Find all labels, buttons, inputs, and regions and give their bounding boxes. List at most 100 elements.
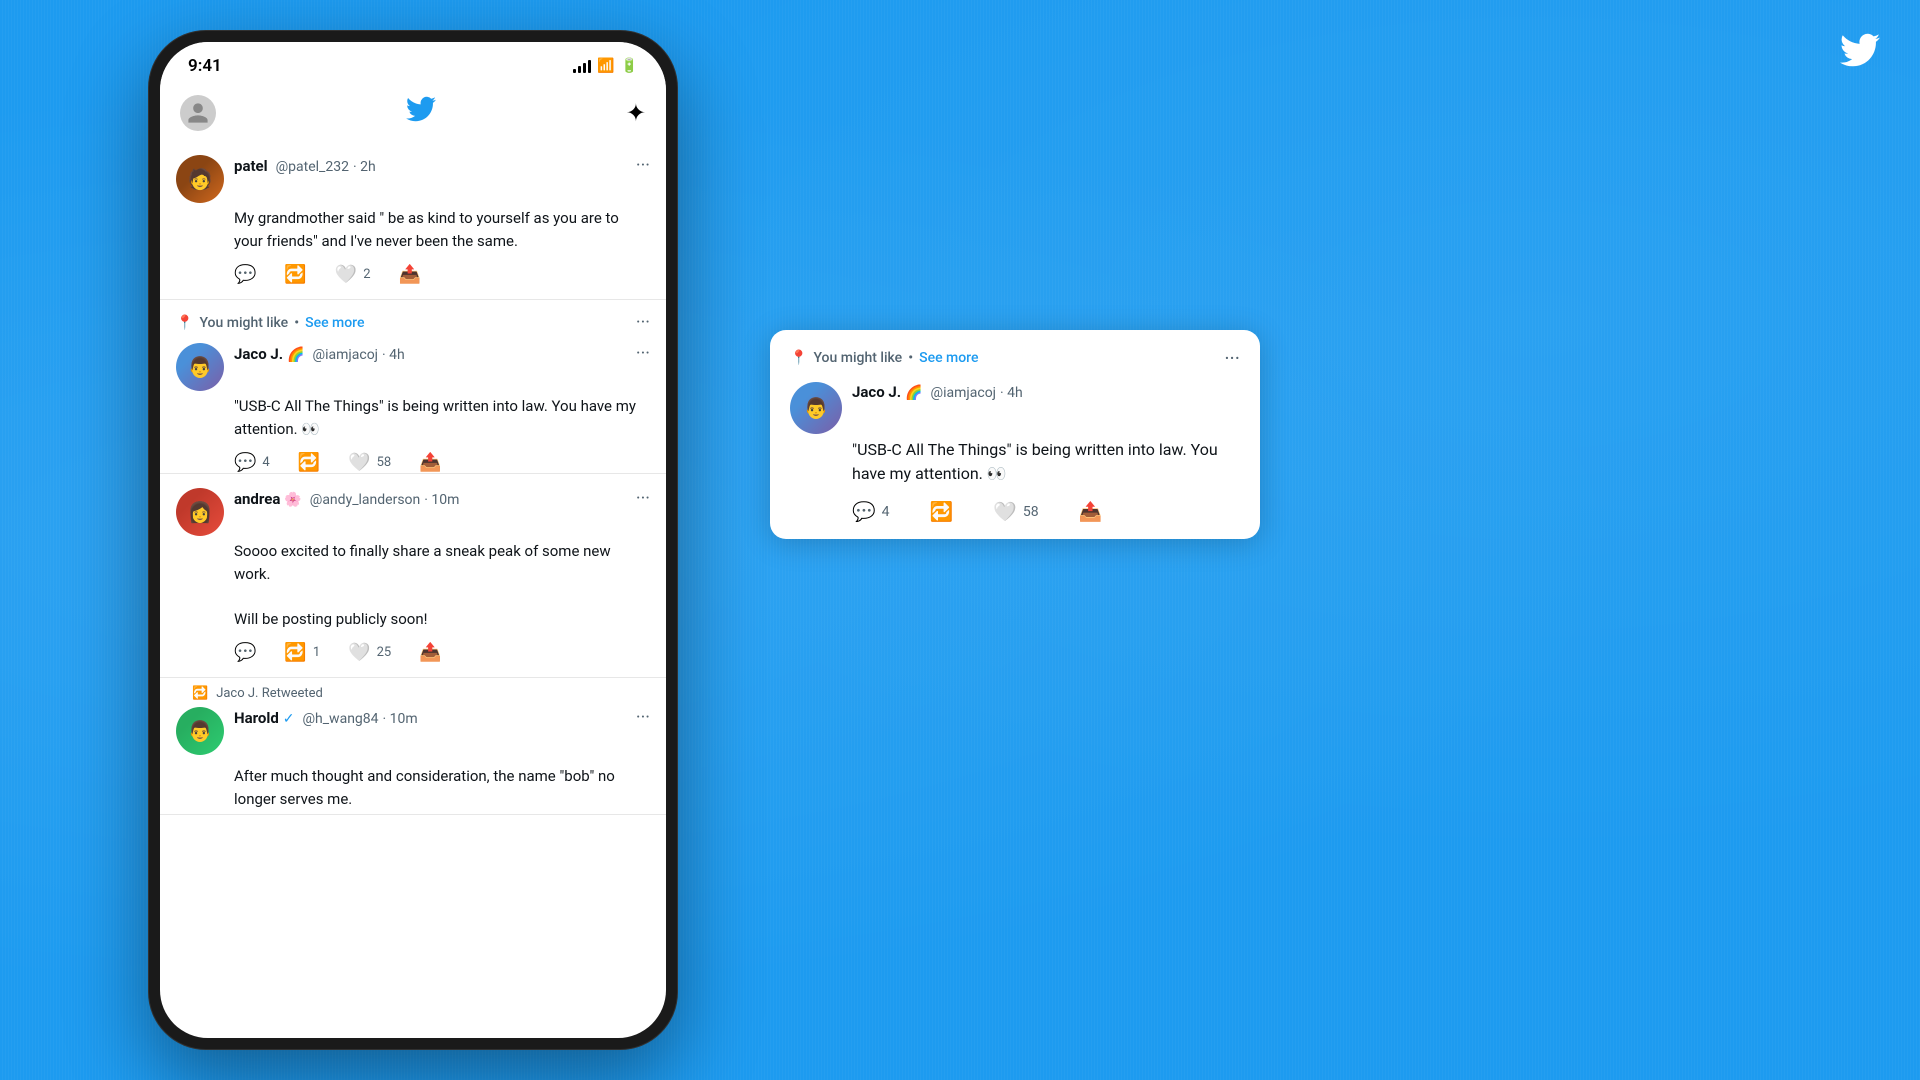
share-button-andrea[interactable]: 📤 [419,642,441,663]
tweet-actions-andrea: 💬 🔁 1 🤍 25 📤 [234,642,650,663]
popup-pin-icon: 📍 [790,350,807,366]
andrea-user-line: andrea 🌸 @andy_landerson · 10m ··· [234,488,650,509]
user-line: patel @patel_232 · 2h ··· [234,155,650,176]
reply-button-andrea[interactable]: 💬 [234,642,256,663]
popup-reply-button[interactable]: 💬 4 [852,500,890,523]
tweet-harold-meta: Harold ✓ @h_wang84 · 10m ··· [234,707,650,728]
popup-like-button[interactable]: 🤍 58 [993,500,1038,523]
tweet-andrea: 👩 andrea 🌸 @andy_landerson · 10m · [160,474,666,678]
tweet-more-andrea[interactable]: ··· [636,488,650,509]
heart-icon: 🤍 [335,264,357,285]
status-time: 9:41 [188,56,222,76]
popup-retweet-button[interactable]: 🔁 [930,500,954,523]
like-button-jaco[interactable]: 🤍 58 [348,452,391,473]
tweet-harold-header: 👨 Harold ✓ @h_wang84 · 10m ··· [176,707,650,755]
tweet-actions-jaco: 💬 4 🔁 🤍 58 [234,452,650,473]
popup-tweet-body: "USB-C All The Things" is being written … [852,438,1240,523]
reply-icon-jaco: 💬 [234,452,256,473]
popup-you-might-like-header: 📍 You might like • See more ··· [790,346,1240,370]
andrea-user-info: andrea 🌸 @andy_landerson · 10m [234,489,459,508]
popup-tweet-text: "USB-C All The Things" is being written … [852,438,1240,486]
popup-see-more-link[interactable]: See more [919,350,978,366]
popup-you-might-like-label: 📍 You might like • See more [790,350,979,366]
popup-tweet-header: 👨 Jaco J. 🌈 @iamjacoj · 4h [790,382,1240,434]
popup-user-line: Jaco J. 🌈 @iamjacoj · 4h [852,382,1240,401]
tweet-more-harold[interactable]: ··· [636,707,650,728]
time-jaco: · 4h [382,347,405,363]
popup-rainbow-emoji: 🌈 [905,385,922,401]
tweet-header: 🧑 patel @patel_232 · 2h ··· [176,155,650,203]
wifi-icon: 📶 [597,58,614,74]
share-button-patel[interactable]: 📤 [399,264,421,285]
like-count-andrea: 25 [377,645,392,660]
retweet-button-jaco[interactable]: 🔁 [298,452,320,473]
reply-count-jaco: 4 [262,455,269,470]
popup-time-jaco: · 4h [1000,385,1023,401]
tweet-more-patel[interactable]: ··· [636,155,650,176]
popup-user-info: Jaco J. 🌈 @iamjacoj · 4h [852,382,1023,401]
avatar-jaco[interactable]: 👨 [176,343,224,391]
andrea-emoji: 🌸 [284,492,301,508]
avatar-harold[interactable]: 👨 [176,707,224,755]
like-button-andrea[interactable]: 🤍 25 [348,642,391,663]
tweet-andrea-header: 👩 andrea 🌸 @andy_landerson · 10m · [176,488,650,536]
username-jaco: Jaco J. [234,345,283,363]
avatar[interactable] [180,95,216,131]
reply-button-jaco[interactable]: 💬 4 [234,452,270,473]
popup-card: 📍 You might like • See more ··· 👨 Jaco J… [770,330,1260,539]
tweet-body-andrea: Soooo excited to finally share a sneak p… [234,540,650,663]
verified-badge-harold: ✓ [283,711,295,727]
tweet-body-patel: My grandmother said " be as kind to your… [234,207,650,285]
twitter-corner-logo [1840,30,1880,79]
reply-button-patel[interactable]: 💬 [234,264,256,285]
popup-share-icon: 📤 [1079,500,1103,523]
like-button-patel[interactable]: 🤍 2 [335,264,371,285]
handle-jaco: @iamjacoj [313,347,379,363]
sparkle-icon[interactable]: ✦ [626,99,646,127]
popup-more-options[interactable]: ··· [1224,346,1240,370]
share-button-jaco[interactable]: 📤 [419,452,441,473]
see-more-link[interactable]: See more [305,315,364,331]
username-patel: patel [234,157,268,175]
retweet-label-text: Jaco J. Retweeted [216,686,323,701]
harold-user-info: Harold ✓ @h_wang84 · 10m [234,708,418,727]
status-bar: 9:41 📶 🔋 [160,42,666,84]
username-harold: Harold [234,709,279,727]
popup-username-jaco: Jaco J. [852,383,901,401]
battery-icon: 🔋 [621,58,638,74]
time-andrea: · 10m [424,492,459,508]
handle-andrea: @andy_landerson [310,492,421,508]
tweet-text-andrea: Soooo excited to finally share a sneak p… [234,540,650,630]
tweet-meta: patel @patel_232 · 2h ··· [234,155,650,176]
popup-dot-separator: • [908,350,913,366]
popup-heart-icon: 🤍 [993,500,1017,523]
phone-screen: 9:41 📶 🔋 [160,42,666,1038]
retweet-label-row: 🔁 Jaco J. Retweeted 👨 Harold ✓ [160,678,666,815]
avatar-andrea[interactable]: 👩 [176,488,224,536]
more-options-you-might-like[interactable]: ··· [636,312,650,333]
tweet-more-jaco[interactable]: ··· [636,343,650,364]
like-count-patel: 2 [363,267,370,282]
retweet-button-patel[interactable]: 🔁 [284,264,306,285]
tweet-text-jaco: "USB-C All The Things" is being written … [234,395,650,440]
share-icon-andrea: 📤 [419,642,441,663]
time-patel: · 2h [353,159,376,175]
retweet-button-andrea[interactable]: 🔁 1 [284,642,320,663]
tweet-text-harold: After much thought and consideration, th… [234,765,650,810]
popup-tweet-meta: Jaco J. 🌈 @iamjacoj · 4h [852,382,1240,401]
like-count-jaco: 58 [377,455,392,470]
username-andrea: andrea [234,490,280,508]
twitter-header-icon[interactable] [406,94,436,131]
popup-like-count: 58 [1023,504,1039,520]
jaco-rainbow-emoji: 🌈 [287,347,304,363]
signal-icon [573,59,591,73]
avatar-patel[interactable]: 🧑 [176,155,224,203]
app-header: ✦ [160,84,666,141]
tweet-patel: 🧑 patel @patel_232 · 2h ··· [160,141,666,300]
retweet-icon-andrea: 🔁 [284,642,306,663]
popup-reply-count: 4 [882,504,890,520]
tweet-jaco-meta: Jaco J. 🌈 @iamjacoj · 4h ··· [234,343,650,364]
popup-handle-jaco: @iamjacoj [931,385,997,401]
popup-share-button[interactable]: 📤 [1079,500,1103,523]
popup-avatar-jaco[interactable]: 👨 [790,382,842,434]
